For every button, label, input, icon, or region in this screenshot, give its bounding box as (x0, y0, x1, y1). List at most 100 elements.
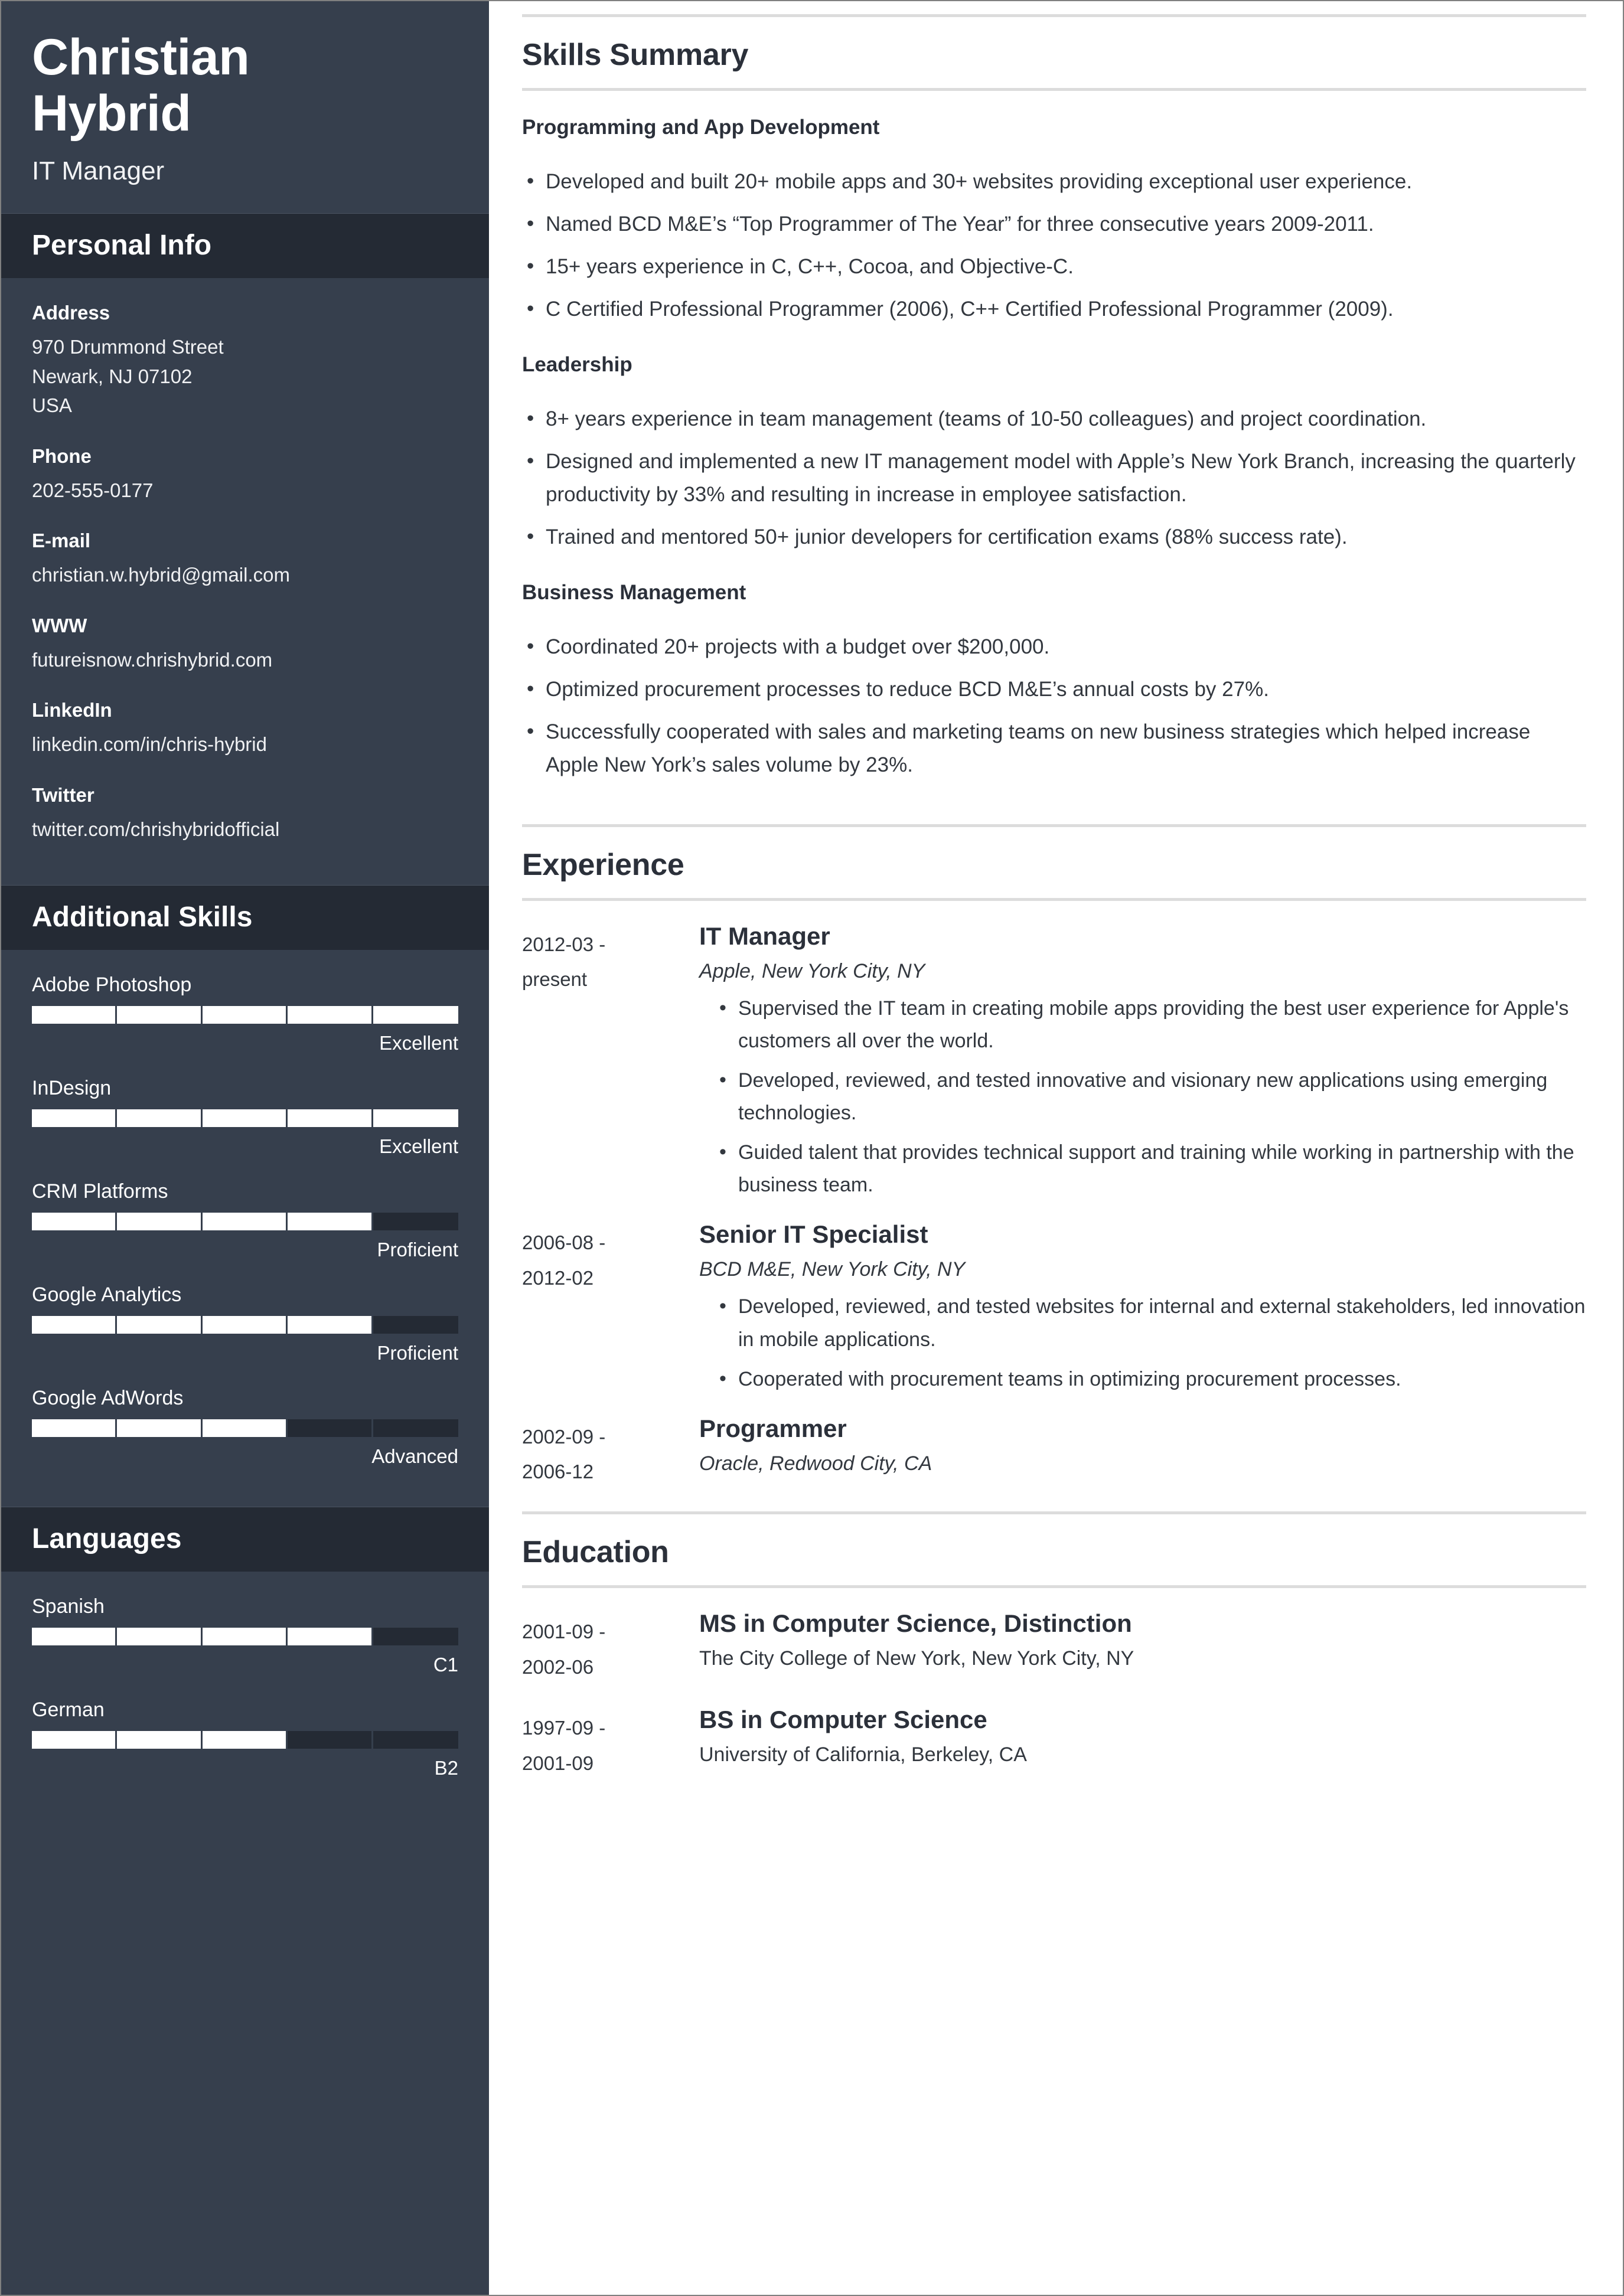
education-entry: 1997-09 - 2001-09 BS in Computer Science… (522, 1706, 1586, 1781)
personal-info-label: Address (32, 302, 110, 324)
skills-group: Programming and App Development Develope… (522, 116, 1586, 326)
list-item: Cooperated with procurement teams in opt… (716, 1363, 1586, 1396)
education-entry-main: MS in Computer Science, Distinction The … (699, 1609, 1586, 1684)
date-end: 2001-09 (522, 1752, 594, 1774)
list-item: Designed and implemented a new IT manage… (522, 445, 1586, 511)
last-name: Hybrid (32, 84, 191, 142)
date-end: present (522, 968, 588, 991)
skill-bar-segment (32, 1006, 118, 1024)
skill-bar-segment (373, 1213, 458, 1230)
skills-summary-body: Programming and App Development Develope… (522, 91, 1586, 824)
skill-bar-segment (32, 1109, 118, 1128)
resume-page: Christian Hybrid IT Manager Personal Inf… (0, 0, 1624, 2296)
skill-item: CRM Platforms Proficient (32, 1180, 458, 1261)
experience-entry: 2006-08 - 2012-02 Senior IT Specialist B… (522, 1220, 1586, 1402)
skill-bar-segment (117, 1006, 203, 1024)
skill-bar-segment (117, 1109, 203, 1128)
language-bar-segment (32, 1731, 118, 1749)
personal-info-label: LinkedIn (32, 699, 112, 721)
personal-info-label: E-mail (32, 530, 91, 552)
experience-entry-main: Senior IT Specialist BCD M&E, New York C… (699, 1220, 1586, 1402)
skill-name: CRM Platforms (32, 1180, 168, 1203)
education-entry-dates: 1997-09 - 2001-09 (522, 1706, 699, 1781)
skills-group-subheading: Leadership (522, 353, 632, 376)
skill-bar-segment (32, 1316, 118, 1334)
date-end: 2012-02 (522, 1266, 594, 1289)
skill-bar-segment (117, 1213, 203, 1231)
skill-bar-segment (373, 1316, 458, 1334)
date-start: 2002-09 - (522, 1425, 606, 1448)
skill-level: Proficient (377, 1342, 458, 1364)
personal-info-label: Phone (32, 445, 92, 467)
education-entry-title: MS in Computer Science, Distinction (699, 1609, 1132, 1638)
education-entry-main: BS in Computer Science University of Cal… (699, 1706, 1586, 1781)
language-name: Spanish (32, 1595, 105, 1618)
skill-bar-segment (288, 1006, 373, 1024)
personal-info-item: LinkedIn linkedin.com/in/chris-hybrid (32, 699, 458, 759)
skill-bar-segment (288, 1109, 373, 1128)
personal-info-item: Phone 202-555-0177 (32, 445, 458, 505)
skill-bar-segment (32, 1419, 118, 1438)
experience-entry-main: Programmer Oracle, Redwood City, CA (699, 1415, 1586, 1490)
skill-bar (32, 1316, 458, 1334)
list-item: Developed, reviewed, and tested websites… (716, 1290, 1586, 1356)
skill-level: Excellent (379, 1135, 458, 1158)
section-heading-education: Education (522, 1511, 1586, 1589)
experience-entry-title: Senior IT Specialist (699, 1220, 928, 1249)
skill-item: Google AdWords Advanced (32, 1387, 458, 1468)
language-level: C1 (433, 1654, 458, 1676)
list-item: Successfully cooperated with sales and m… (522, 715, 1586, 782)
personal-info-value: christian.w.hybrid@gmail.com (32, 564, 290, 586)
skills-group-bullets: 8+ years experience in team management (… (522, 402, 1586, 554)
language-bar-segment (373, 1628, 458, 1645)
skill-bar-segment (288, 1213, 373, 1231)
list-item: Named BCD M&E’s “Top Programmer of The Y… (522, 207, 1586, 241)
skill-name: Adobe Photoshop (32, 974, 192, 997)
skill-item: InDesign Excellent (32, 1077, 459, 1158)
skill-bar-segment (202, 1006, 288, 1024)
education-entry: 2001-09 - 2002-06 MS in Computer Science… (522, 1609, 1586, 1684)
date-end: 2006-12 (522, 1461, 594, 1483)
language-bar-segment (117, 1628, 203, 1646)
skill-bar-segment (202, 1419, 288, 1438)
skill-bar-segment (373, 1419, 458, 1437)
language-bar-segment (202, 1731, 288, 1749)
language-bar (32, 1628, 458, 1646)
language-bar-segment (32, 1628, 118, 1646)
name-block: Christian Hybrid IT Manager (1, 1, 489, 213)
skill-bar-segment (117, 1316, 203, 1334)
education-entry-dates: 2001-09 - 2002-06 (522, 1609, 699, 1684)
language-bar-segment (202, 1628, 288, 1646)
language-bar-segment (288, 1628, 373, 1646)
experience-entry-dates: 2006-08 - 2012-02 (522, 1220, 699, 1402)
list-item: Optimized procurement processes to reduc… (522, 672, 1586, 706)
experience-entry: 2002-09 - 2006-12 Programmer Oracle, Red… (522, 1415, 1586, 1490)
first-name: Christian (32, 29, 250, 86)
personal-info-label: WWW (32, 614, 87, 636)
additional-skills-list: Adobe Photoshop Excellent InDesign Excel… (1, 950, 489, 1507)
education-entry-title: BS in Computer Science (699, 1706, 987, 1734)
experience-entry-dates: 2002-09 - 2006-12 (522, 1415, 699, 1490)
language-level: B2 (434, 1757, 458, 1779)
experience-entry-organization: BCD M&E, New York City, NY (699, 1258, 966, 1281)
skill-bar (32, 1109, 459, 1128)
sidebar-section-languages-heading: Languages (1, 1507, 489, 1572)
personal-info-label: Twitter (32, 783, 94, 806)
list-item: Coordinated 20+ projects with a budget o… (522, 630, 1586, 664)
personal-info-list: Address 970 Drummond Street Newark, NJ 07… (1, 278, 489, 885)
list-item: Guided talent that provides technical su… (716, 1136, 1586, 1201)
skills-group-subheading: Business Management (522, 581, 746, 604)
experience-entry-main: IT Manager Apple, New York City, NY Supe… (699, 922, 1586, 1209)
education-entry-organization: The City College of New York, New York C… (699, 1647, 1134, 1670)
skill-bar-segment (288, 1316, 373, 1334)
page-title: Christian Hybrid (32, 30, 458, 141)
personal-info-value: futureisnow.chrishybrid.com (32, 648, 273, 671)
skill-bar-segment (373, 1109, 459, 1128)
experience-entry-bullets: Developed, reviewed, and tested websites… (716, 1290, 1586, 1396)
language-item: German B2 (32, 1699, 458, 1779)
job-title: IT Manager (32, 156, 165, 186)
experience-entry-dates: 2012-03 - present (522, 922, 699, 1209)
personal-info-value: twitter.com/chrishybridofficial (32, 818, 280, 840)
experience-entry-organization: Apple, New York City, NY (699, 960, 925, 982)
